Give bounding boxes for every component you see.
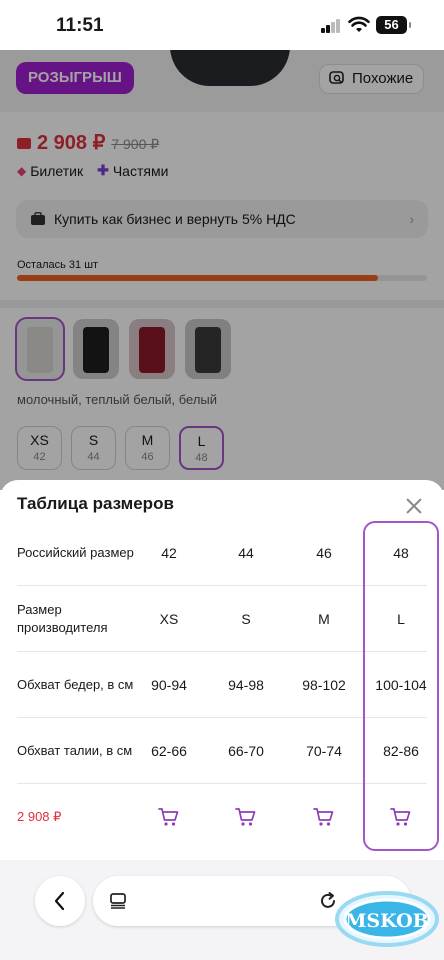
row-price-label: 2 908 ₽ [17, 809, 62, 824]
table-cell: 98-102 [302, 677, 346, 693]
add-to-cart-button[interactable] [365, 784, 437, 850]
cart-icon [158, 808, 179, 826]
table-cell: 70-74 [306, 743, 342, 759]
add-to-cart-button[interactable] [133, 784, 205, 850]
back-button[interactable] [35, 876, 85, 926]
tabs-icon [110, 893, 126, 909]
status-time: 11:51 [56, 15, 104, 36]
cellular-signal-icon [321, 19, 341, 33]
table-row: Обхват талии, в см 62-66 66-70 70-74 82-… [17, 718, 427, 784]
chevron-left-icon [54, 891, 65, 911]
row-label: Размер производителя [17, 602, 108, 635]
sheet-title: Таблица размеров [17, 494, 174, 513]
size-table: Российский размер 42 44 46 48 Размер про… [0, 520, 444, 850]
table-cell: L [397, 611, 405, 627]
table-cell: 66-70 [228, 743, 264, 759]
cart-icon [390, 808, 411, 826]
table-cell: S [241, 611, 251, 627]
wifi-icon [348, 16, 370, 32]
table-cell: XS [159, 611, 179, 627]
add-to-cart-button[interactable] [288, 784, 360, 850]
table-row: Размер производителя XS S M L [17, 586, 427, 652]
battery-icon: 56 [376, 16, 411, 34]
table-cell: 48 [393, 545, 409, 561]
status-bar: 11:51 56 [0, 0, 444, 50]
table-cell: 90-94 [151, 677, 187, 693]
product-page: 11:51 56 РОЗЫГРЫШ Похожие 2 908 ₽ 7 900 … [0, 0, 444, 960]
cart-icon [235, 808, 256, 826]
modal-backdrop[interactable] [0, 0, 444, 490]
table-cell: 62-66 [151, 743, 187, 759]
add-to-cart-button[interactable] [210, 784, 282, 850]
table-row: Российский размер 42 44 46 48 [17, 520, 427, 586]
watermark-logo: MSKOB [335, 891, 439, 947]
watermark-text: MSKOB [345, 910, 428, 932]
close-icon[interactable] [402, 494, 426, 518]
table-cell: M [318, 611, 330, 627]
table-cell: 100-104 [375, 677, 427, 693]
row-label: Обхват талии, в см [17, 743, 133, 758]
table-cell: 46 [316, 545, 332, 561]
table-row-price: 2 908 ₽ [17, 784, 427, 850]
size-table-sheet: Таблица размеров Российский размер 42 44… [0, 480, 444, 860]
cart-icon [313, 808, 334, 826]
row-label: Обхват бедер, в см [17, 677, 134, 692]
table-cell: 42 [161, 545, 177, 561]
table-cell: 44 [238, 545, 254, 561]
table-row: Обхват бедер, в см 90-94 94-98 98-102 10… [17, 652, 427, 718]
table-cell: 82-86 [383, 743, 419, 759]
browser-toolbar: MSKOB [0, 860, 444, 960]
row-label: Российский размер [17, 545, 134, 560]
table-cell: 94-98 [228, 677, 264, 693]
